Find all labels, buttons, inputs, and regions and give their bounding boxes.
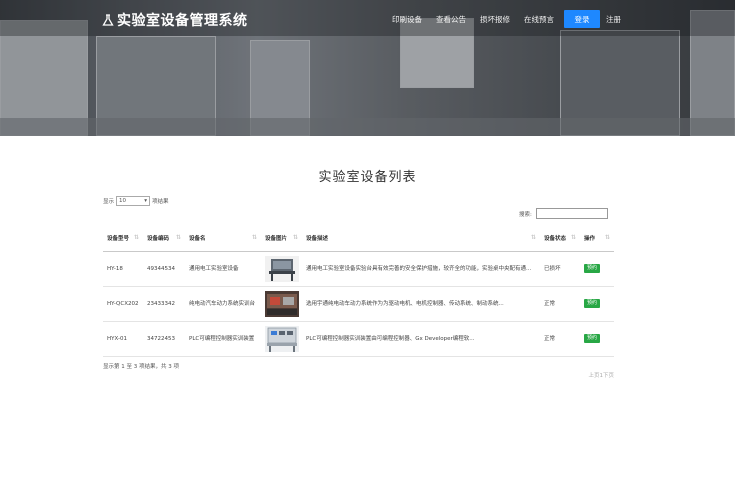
table-row: HYX-01 34722453 PLC可编程控制器实训装置 PLC可编程控制器实… [103,321,614,357]
site-title: 实验室设备管理系统 [117,13,248,29]
top-nav: 印刷设备 查看公告 损坏报修 在线预言 登录 注册 [392,10,621,28]
sort-icon: ⇅ [570,234,576,241]
equipment-table: 设备型号 ⇅ 设备编码 ⇅ 设备名 ⇅ 设备图片 ⇅ 设备描述 ⇅ 设备状态 ⇅ 操作 ⇅ H… [103,227,614,357]
nav-item-online[interactable]: 在线预言 [524,14,554,25]
table-row: HY-QCX202 23433342 纯电动汽车动力系统实训台 选用宇通纯电动车… [103,286,614,322]
sort-icon: ⇅ [251,234,257,241]
login-button[interactable]: 登录 [564,10,600,28]
search-control: 搜索: [519,208,608,219]
cell-action: 预约 [580,321,614,357]
cell-image [261,286,302,322]
column-header-code[interactable]: 设备编码 ⇅ [143,227,185,252]
column-header-action[interactable]: 操作 ⇅ [580,227,614,252]
table-header-row: 设备型号 ⇅ 设备编码 ⇅ 设备名 ⇅ 设备图片 ⇅ 设备描述 ⇅ 设备状态 ⇅ 操作 ⇅ [103,227,614,252]
nav-item-repair[interactable]: 损坏报修 [480,14,510,25]
reserve-button[interactable]: 预约 [584,334,601,343]
cell-status: 正常 [540,286,580,322]
sort-icon: ⇅ [133,234,139,241]
cell-code: 49344534 [143,251,185,287]
sort-icon: ⇅ [292,234,298,241]
table-row: HY-18 49344534 通用电工实验室设备 通用电工实验室设备实验台具有效… [103,251,614,287]
cell-name: PLC可编程控制器实训装置 [185,321,261,357]
cell-desc: 选用宇通纯电动车动力系统作为为驱动电机、电机控制器、传动系统、制动系统... [302,286,540,322]
equipment-thumbnail-icon [265,255,299,282]
pagination[interactable]: 上页1下页 [589,371,615,379]
length-suffix: 项结果 [152,199,169,205]
cell-model: HYX-01 [103,321,143,357]
cell-status: 正常 [540,321,580,357]
cell-desc: PLC可编程控制器实训装置由可编程控制器、Gx Developer编程软... [302,321,540,357]
cell-status: 已损坏 [540,251,580,287]
search-label: 搜索: [519,211,532,218]
page-length-select[interactable]: 10 ▾ [116,196,151,206]
cell-model: HY-QCX202 [103,286,143,322]
cell-image [261,321,302,357]
hero-banner: 实验室设备管理系统 印刷设备 查看公告 损坏报修 在线预言 登录 注册 [0,0,735,136]
cell-model: HY-18 [103,251,143,287]
cell-name: 纯电动汽车动力系统实训台 [185,286,261,322]
nav-item-notices[interactable]: 查看公告 [436,14,466,25]
sort-icon: ⇅ [604,234,610,241]
column-header-image[interactable]: 设备图片 ⇅ [261,227,302,252]
nav-item-devices[interactable]: 印刷设备 [392,14,422,25]
column-header-desc[interactable]: 设备描述 ⇅ [302,227,540,252]
equipment-thumbnail-icon [265,325,299,352]
flask-icon [102,14,114,26]
sort-icon: ⇅ [530,234,536,241]
column-header-name[interactable]: 设备名 ⇅ [185,227,261,252]
cell-code: 34722453 [143,321,185,357]
chevron-down-icon: ▾ [144,198,148,204]
equipment-thumbnail-icon [265,290,299,317]
cell-action: 预约 [580,251,614,287]
length-prefix: 显示 [103,199,115,205]
cell-desc: 通用电工实验室设备实验台具有效完善的安全保护措施，较齐全的功能，实验桌中央配有通… [302,251,540,287]
table-info: 显示第 1 至 3 项结果，共 3 项 [103,364,179,370]
cell-image [261,251,302,287]
column-header-model[interactable]: 设备型号 ⇅ [103,227,143,252]
cell-name: 通用电工实验室设备 [185,251,261,287]
page-title: 实验室设备列表 [318,170,417,185]
page-length-control: 显示 10 ▾ 项结果 [103,196,169,206]
column-header-status[interactable]: 设备状态 ⇅ [540,227,580,252]
search-input[interactable] [535,208,608,219]
site-logo[interactable]: 实验室设备管理系统 [102,11,248,29]
cell-action: 预约 [580,286,614,322]
sort-icon: ⇅ [175,234,181,241]
cell-code: 23433342 [143,286,185,322]
reserve-button[interactable]: 预约 [584,299,601,308]
register-link[interactable]: 注册 [606,14,621,25]
reserve-button[interactable]: 预约 [584,264,601,273]
page-length-value: 10 [119,198,127,204]
